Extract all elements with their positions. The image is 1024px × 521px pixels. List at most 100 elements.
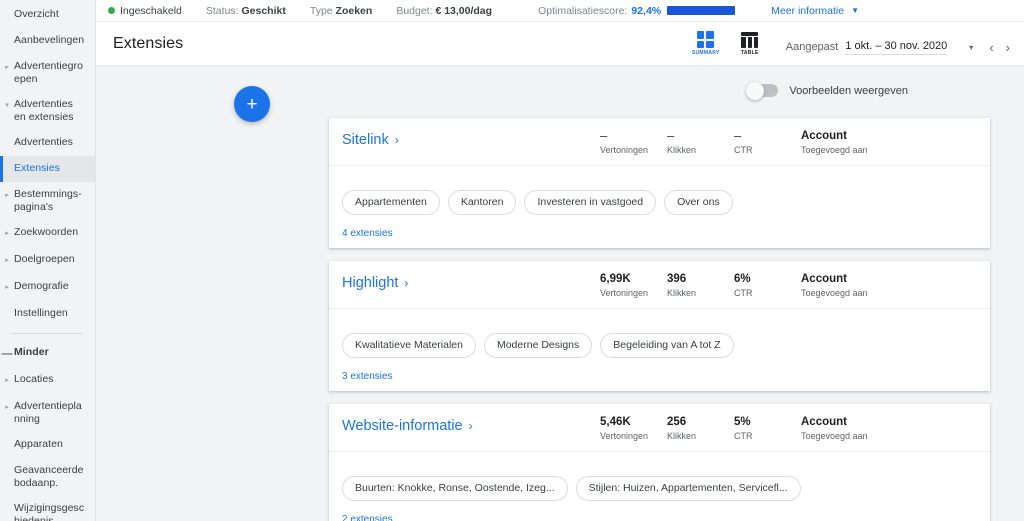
sidebar-item-advertentiegroepen[interactable]: ▸ Advertentiegroepen xyxy=(0,54,95,92)
extension-chip[interactable]: Begeleiding van A tot Z xyxy=(600,333,734,358)
extension-chip[interactable]: Stijlen: Huizen, Appartementen, Servicef… xyxy=(575,476,801,501)
extension-chip[interactable]: Appartementen xyxy=(342,190,440,215)
chevron-right-icon[interactable]: ▸ xyxy=(0,253,14,268)
extension-chip[interactable]: Kantoren xyxy=(447,190,517,215)
card-title-text: Highlight xyxy=(342,275,399,291)
metric-vertoningen: – Vertoningen xyxy=(600,129,667,156)
sidebar-item-label: Bestemmings-pagina's xyxy=(14,188,82,213)
card-title-link[interactable]: Website-informatie › xyxy=(342,415,600,434)
extension-chip[interactable]: Kwalitatieve Materialen xyxy=(342,333,476,358)
campaign-status-bar: Ingeschakeld Status: Geschikt Type Zoeke… xyxy=(96,0,1024,22)
date-prev-button[interactable]: ‹ xyxy=(983,40,999,55)
card-title-link[interactable]: Highlight › xyxy=(342,272,600,291)
metric-label: Toegevoegd aan xyxy=(801,431,868,441)
sidebar-item-demografie[interactable]: ▸ Demografie xyxy=(0,274,95,301)
spacer-icon xyxy=(0,162,14,163)
extension-chip-list: Appartementen Kantoren Investeren in vastg… xyxy=(342,190,976,215)
chevron-right-icon[interactable]: ▸ xyxy=(0,60,14,75)
sidebar-item-advertenties-en-extensies[interactable]: ▾ Advertenties en extensies xyxy=(0,92,95,130)
sidebar-item-doelgroepen[interactable]: ▸ Doelgroepen xyxy=(0,247,95,274)
sidebar-item-label: Geavanceerde bodaanp. xyxy=(14,464,84,489)
metric-vertoningen: 6,99K Vertoningen xyxy=(600,272,667,299)
card-body: Kwalitatieve Materialen Moderne Designs Be… xyxy=(329,309,990,391)
sidebar-item-advertentieplanning[interactable]: ▸ Advertentieplanning xyxy=(0,394,95,432)
extension-chip[interactable]: Buurten: Knokke, Ronse, Oostende, Izeg..… xyxy=(342,476,568,501)
sidebar-item-locaties[interactable]: ▸ Locaties xyxy=(0,367,95,394)
extension-chip[interactable]: Moderne Designs xyxy=(483,333,593,358)
metric-value: 256 xyxy=(667,416,687,428)
add-extension-button[interactable]: + xyxy=(234,86,270,122)
table-icon xyxy=(741,31,759,48)
preview-toggle-switch[interactable] xyxy=(746,81,779,100)
sidebar-divider xyxy=(10,333,83,334)
sidebar-item-extensies[interactable]: Extensies xyxy=(0,156,95,182)
sidebar-item-wijzigingsgeschiedenis[interactable]: Wijzigingsgeschiedenis xyxy=(0,496,95,521)
sidebar-collapse-minder[interactable]: — Minder xyxy=(0,340,95,367)
metric-value: Account xyxy=(801,273,847,285)
sidebar-item-instellingen[interactable]: Instellingen xyxy=(0,301,95,327)
google-ads-extensions-page: Overzicht Aanbevelingen ▸ Advertentiegroepe… xyxy=(0,0,1024,521)
extension-count-link[interactable]: 2 extensies xyxy=(342,514,976,521)
metric-label: Klikken xyxy=(667,431,697,441)
extension-chip[interactable]: Investeren in vastgoed xyxy=(524,190,657,215)
date-next-button[interactable]: › xyxy=(1000,40,1016,55)
card-header: Highlight › 6,99K Vertoningen 396 Klikken 6% CT… xyxy=(329,261,990,309)
view-toggle-summary[interactable]: SUMMARY xyxy=(690,30,722,57)
chevron-right-icon[interactable]: ▸ xyxy=(0,226,14,241)
extension-chip[interactable]: Over ons xyxy=(664,190,733,215)
card-title-link[interactable]: Sitelink › xyxy=(342,129,600,148)
chevron-right-icon[interactable]: ▸ xyxy=(0,188,14,203)
chevron-down-icon[interactable]: ▾ xyxy=(969,43,973,52)
metric-label: Vertoningen xyxy=(600,288,649,298)
sidebar-item-label: Overzicht xyxy=(14,8,59,20)
date-range-picker: Aangepast 1 okt. – 30 nov. 2020 ▾ ‹ › xyxy=(786,40,1016,57)
metric-value: 6,99K xyxy=(600,273,631,285)
sidebar-item-apparaten[interactable]: Apparaten xyxy=(0,432,95,458)
sidebar-item-zoekwoorden[interactable]: ▸ Zoekwoorden xyxy=(0,220,95,247)
metric-value: 5,46K xyxy=(600,416,631,428)
sidebar-item-label: Advertentieplanning xyxy=(14,400,82,425)
chevron-right-icon[interactable]: ▸ xyxy=(0,373,14,388)
sidebar-item-overzicht[interactable]: Overzicht xyxy=(0,2,95,28)
chevron-down-icon[interactable]: ▾ xyxy=(0,98,14,113)
metric-label: Klikken xyxy=(667,145,697,155)
sidebar-item-label: Advertenties en extensies xyxy=(14,98,74,123)
extension-chip-list: Buurten: Knokke, Ronse, Oostende, Izeg..… xyxy=(342,476,976,501)
status-value: Geschikt xyxy=(241,4,286,17)
metric-toegevoegd-aan: Account Toegevoegd aan xyxy=(801,272,868,299)
chevron-right-icon[interactable]: ▸ xyxy=(0,400,14,415)
metric-vertoningen: 5,46K Vertoningen xyxy=(600,415,667,442)
sidebar-item-label: Advertenties xyxy=(14,136,73,148)
card-title-text: Sitelink xyxy=(342,132,389,148)
metric-value: – xyxy=(734,128,742,143)
preview-toggle-group: Voorbeelden weergeven xyxy=(746,81,908,100)
more-info-link[interactable]: Meer informatie ▼ xyxy=(771,5,859,17)
metric-label: Vertoningen xyxy=(600,431,649,441)
metric-value: 6% xyxy=(734,273,751,285)
chevron-right-icon: › xyxy=(394,133,399,147)
extension-count-link[interactable]: 4 extensies xyxy=(342,228,976,239)
minus-icon: — xyxy=(1,348,13,360)
sidebar-item-bestemmings-pagina-s[interactable]: ▸ Bestemmings-pagina's xyxy=(0,182,95,220)
date-range-value[interactable]: 1 okt. – 30 nov. 2020 xyxy=(845,40,948,55)
optimization-score-value: 92,4% xyxy=(631,4,662,17)
sidebar-item-label: Locaties xyxy=(14,373,54,385)
metric-toegevoegd-aan: Account Toegevoegd aan xyxy=(801,129,868,156)
chevron-right-icon[interactable]: ▸ xyxy=(0,280,14,295)
budget-value[interactable]: € 13,00/dag xyxy=(435,5,492,17)
sidebar-item-advertenties[interactable]: Advertenties xyxy=(0,130,95,156)
extension-count-link[interactable]: 3 extensies xyxy=(342,371,976,382)
more-info-label: Meer informatie xyxy=(771,4,845,17)
sidebar-navigation: Overzicht Aanbevelingen ▸ Advertentiegroepe… xyxy=(0,0,96,521)
sidebar-item-label: Apparaten xyxy=(14,438,63,450)
view-toggle-table-label: TABLE xyxy=(740,49,759,56)
extension-card: Website-informatie › 5,46K Vertoningen 256 Kl… xyxy=(329,404,990,521)
card-header: Website-informatie › 5,46K Vertoningen 256 Kl… xyxy=(329,404,990,452)
summary-grid-icon xyxy=(697,30,715,48)
metric-label: CTR xyxy=(734,145,753,155)
view-toggle-table[interactable]: TABLE xyxy=(734,31,766,57)
sidebar-item-aanbevelingen[interactable]: Aanbevelingen xyxy=(0,28,95,54)
metric-value: – xyxy=(667,128,675,143)
metric-ctr: – CTR xyxy=(734,129,801,156)
sidebar-item-geavanceerde-bodaanp[interactable]: Geavanceerde bodaanp. xyxy=(0,458,95,496)
